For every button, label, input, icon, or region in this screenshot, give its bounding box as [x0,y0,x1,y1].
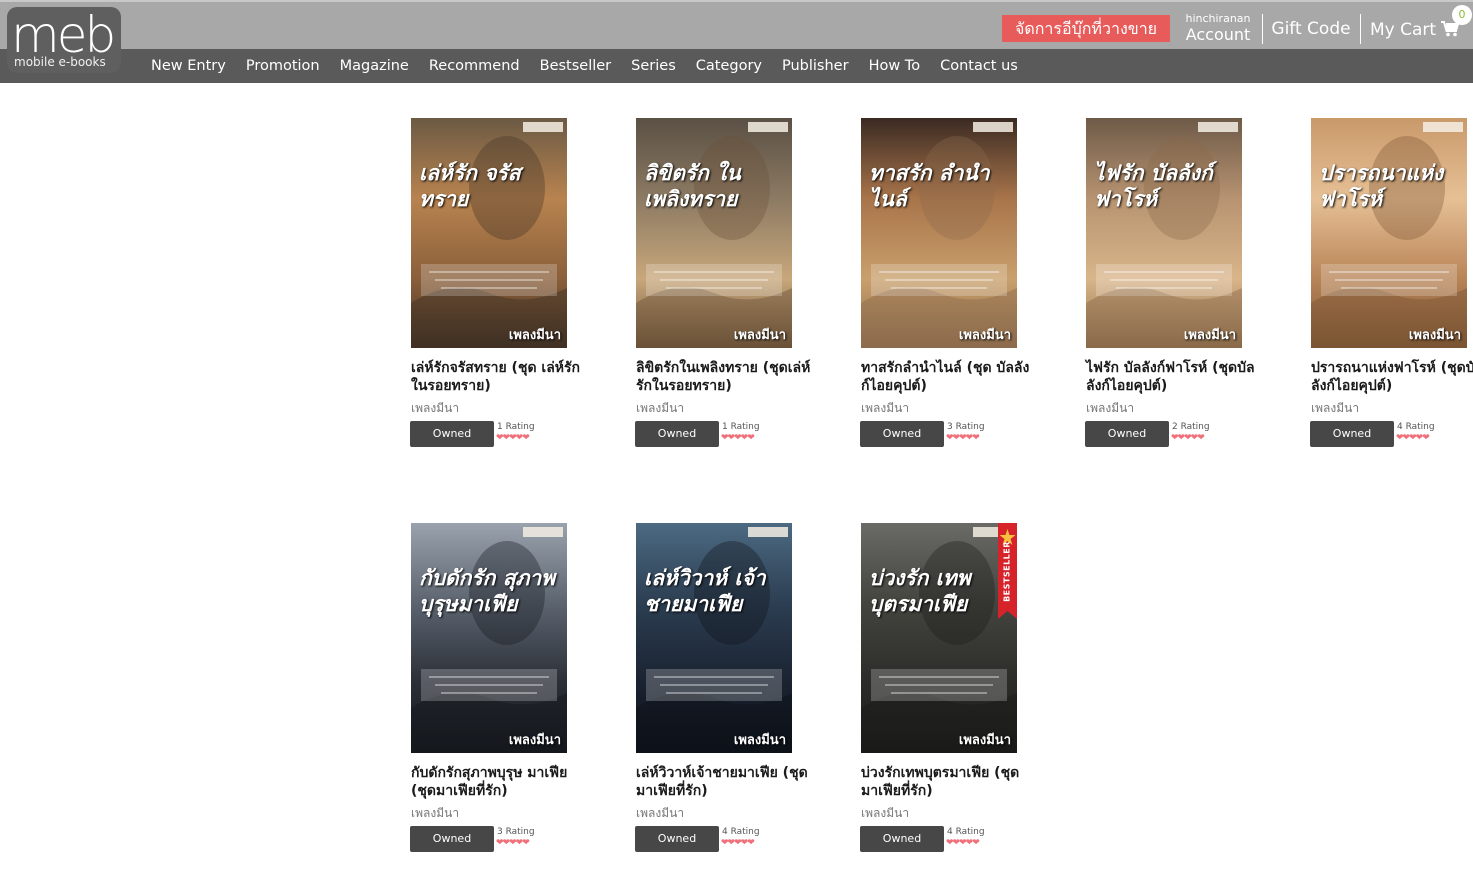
rating-hearts: ❤❤❤❤❤ [721,433,755,443]
cover-title-text: ทาสรัก ลำนำไนล์ [869,160,990,211]
book-cover[interactable]: ไฟรัก บัลลังก์ฟาโรห์เพลงมีนา [1086,118,1242,348]
gift-code-link[interactable]: Gift Code [1265,17,1357,41]
book-cover[interactable]: บ่วงรัก เทพบุตรมาเฟียเพลงมีนา BESTSELLER [861,523,1017,753]
cover-author-text: เพลงมีนา [733,328,786,343]
nav-bestseller[interactable]: Bestseller [530,49,622,83]
book-author[interactable]: เพลงมีนา [636,400,684,416]
owned-button[interactable]: Owned [410,826,494,852]
bestseller-ribbon: BESTSELLER [1002,541,1012,602]
nav-contact-us[interactable]: Contact us [930,49,1028,83]
rating-hearts: ❤❤❤❤❤ [1171,433,1205,443]
book-title[interactable]: ทาสรักลำนำไนล์ (ชุด บัลลังก์ไอยคุปต์) [861,359,1036,395]
nav-how-to[interactable]: How To [859,49,931,83]
cover-author-text: เพลงมีนา [508,328,561,343]
cover-title-text: ไฟรัก บัลลังก์ฟาโรห์ [1094,160,1213,211]
book-cover[interactable]: ปรารถนาแห่งฟาโรห์เพลงมีนา [1311,118,1467,348]
heart-icon: ❤ [522,433,529,443]
nav-series[interactable]: Series [621,49,686,83]
nav-publisher[interactable]: Publisher [772,49,859,83]
rating-count: 4 Rating [722,827,760,837]
heart-icon: ❤ [522,838,529,848]
cover-author-text: เพลงมีนา [1183,328,1236,343]
book-cover[interactable]: ทาสรัก ลำนำไนล์เพลงมีนา [861,118,1017,348]
book-title[interactable]: เล่ห์รักจรัสทราย (ชุด เล่ห์รักในรอยทราย) [411,359,586,395]
account-menu[interactable]: hinchiranan Account [1178,12,1258,45]
book-cover[interactable]: กับดักรัก สุภาพบุรุษมาเฟียเพลงมีนา [411,523,567,753]
rating-count: 3 Rating [947,422,985,432]
owned-button[interactable]: Owned [860,421,944,447]
rating-count: 4 Rating [947,827,985,837]
rating-count: 1 Rating [497,422,535,432]
book-title[interactable]: กับดักรักสุภาพบุรุษ มาเฟีย (ชุดมาเฟียที่… [411,764,586,800]
owned-button[interactable]: Owned [1085,421,1169,447]
cover-author-text: เพลงมีนา [1408,328,1461,343]
owned-button[interactable]: Owned [860,826,944,852]
cart-label: My Cart [1370,20,1437,40]
book-author[interactable]: เพลงมีนา [411,805,459,821]
book-cover[interactable]: ลิขิตรัก ในเพลิงทรายเพลงมีนา [636,118,792,348]
rating-hearts: ❤❤❤❤❤ [496,838,530,848]
logo-tagline: mobile e-books [14,55,106,69]
my-cart-link[interactable]: My Cart [1370,18,1460,42]
owned-button[interactable]: Owned [410,421,494,447]
account-label: Account [1185,25,1251,44]
rating-hearts: ❤❤❤❤❤ [946,433,980,443]
nav-recommend[interactable]: Recommend [419,49,530,83]
cover-author-text: เพลงมีนา [508,733,561,748]
heart-icon: ❤ [972,433,979,443]
cover-title-text: เล่ห์รัก จรัสทราย [419,160,521,211]
book-author[interactable]: เพลงมีนา [636,805,684,821]
rating-count: 1 Rating [722,422,760,432]
rating-hearts: ❤❤❤❤❤ [1396,433,1430,443]
cover-title-text: ปรารถนาแห่งฟาโรห์ [1319,160,1444,211]
book-author[interactable]: เพลงมีนา [861,400,909,416]
cover-title-text: ลิขิตรัก ในเพลิงทราย [644,160,741,211]
manage-ebooks-button[interactable]: จัดการอีบุ๊กที่วางขาย [1002,15,1170,42]
book-title[interactable]: บ่วงรักเทพบุตรมาเฟีย (ชุดมาเฟียที่รัก) [861,764,1036,800]
account-username: hinchiranan [1185,12,1251,25]
book-title[interactable]: ลิขิตรักในเพลิงทราย (ชุดเล่ห์รักในรอยทรา… [636,359,811,395]
rating-count: 2 Rating [1172,422,1210,432]
book-author[interactable]: เพลงมีนา [1086,400,1134,416]
owned-button[interactable]: Owned [635,826,719,852]
book-author[interactable]: เพลงมีนา [861,805,909,821]
rating-hearts: ❤❤❤❤❤ [496,433,530,443]
header-divider [1262,14,1263,44]
nav-magazine[interactable]: Magazine [330,49,419,83]
cart-count-badge: 0 [1452,5,1472,25]
rating-count: 3 Rating [497,827,535,837]
book-author[interactable]: เพลงมีนา [411,400,459,416]
rating-hearts: ❤❤❤❤❤ [721,838,755,848]
heart-icon: ❤ [1422,433,1429,443]
cover-author-text: เพลงมีนา [733,733,786,748]
heart-icon: ❤ [747,433,754,443]
owned-button[interactable]: Owned [635,421,719,447]
book-title[interactable]: ไฟรัก บัลลังก์ฟาโรห์ (ชุดบัลลังก์ไอยคุปต… [1086,359,1261,395]
book-title[interactable]: ปรารถนาแห่งฟาโรห์ (ชุดบัลลังก์ไอยคุปต์) [1311,359,1473,395]
cover-title-text: เล่ห์วิวาห์ เจ้าชายมาเฟีย [644,565,766,616]
rating-hearts: ❤❤❤❤❤ [946,838,980,848]
heart-icon: ❤ [747,838,754,848]
book-cover[interactable]: เล่ห์รัก จรัสทรายเพลงมีนา [411,118,567,348]
meb-logo[interactable]: meb mobile e-books [7,7,121,73]
book-title[interactable]: เล่ห์วิวาห์เจ้าชายมาเฟีย (ชุดมาเฟียที่รั… [636,764,811,800]
heart-icon: ❤ [972,838,979,848]
cover-author-text: เพลงมีนา [958,328,1011,343]
cover-author-text: เพลงมีนา [958,733,1011,748]
nav-category[interactable]: Category [686,49,772,83]
book-cover[interactable]: เล่ห์วิวาห์ เจ้าชายมาเฟียเพลงมีนา [636,523,792,753]
rating-count: 4 Rating [1397,422,1435,432]
main-nav: New Entry Promotion Magazine Recommend B… [141,49,1028,83]
header-divider [1360,14,1361,44]
nav-promotion[interactable]: Promotion [236,49,330,83]
cover-title-text: บ่วงรัก เทพบุตรมาเฟีย [869,565,971,616]
heart-icon: ❤ [1197,433,1204,443]
owned-button[interactable]: Owned [1310,421,1394,447]
book-author[interactable]: เพลงมีนา [1311,400,1359,416]
nav-new-entry[interactable]: New Entry [141,49,236,83]
cover-title-text: กับดักรัก สุภาพบุรุษมาเฟีย [419,565,555,616]
